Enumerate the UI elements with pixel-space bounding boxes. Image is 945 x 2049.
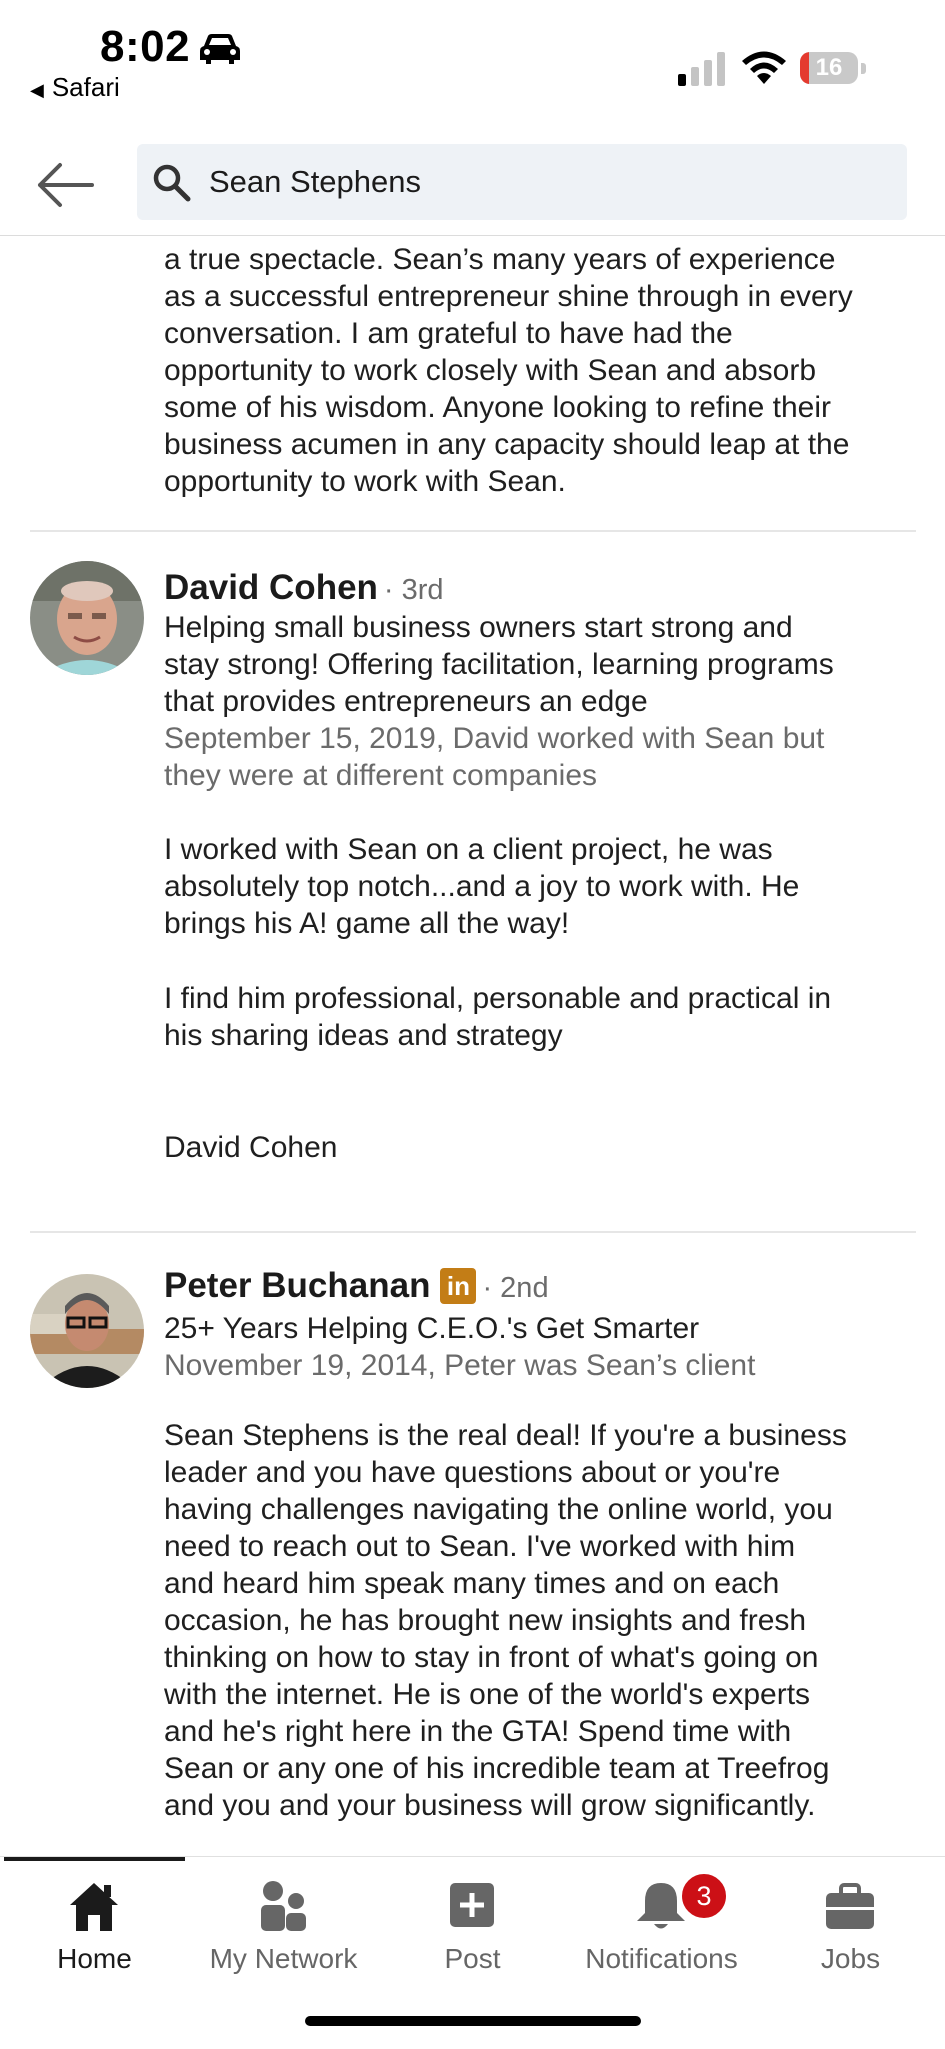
avatar-david-cohen[interactable]: [30, 561, 144, 675]
recommendation-meta: November 19, 2014, Peter was Sean’s clie…: [164, 1349, 756, 1382]
back-to-app[interactable]: ◀ Safari: [30, 72, 120, 103]
divider: [30, 530, 916, 532]
recommendation-signoff: David Cohen: [164, 1131, 338, 1164]
nav-label: Post: [444, 1943, 501, 1974]
people-icon: [261, 1881, 306, 1931]
back-arrow-icon[interactable]: [36, 157, 96, 213]
status-bar: 8:02 ◀ Safari 16: [0, 0, 945, 135]
search-input[interactable]: Sean Stephens: [137, 144, 907, 220]
car-icon: [200, 34, 240, 64]
battery-percent: 16: [815, 54, 843, 81]
status-time: 8:02: [100, 22, 191, 71]
active-tab-indicator: [4, 1857, 185, 1861]
nav-post[interactable]: Post: [378, 1871, 567, 1981]
cellular-signal-icon: [678, 52, 725, 86]
recommendations-list: a true spectacle. Sean’s many years of e…: [0, 236, 945, 1856]
back-triangle-icon: ◀: [30, 80, 44, 100]
nav-label: Home: [57, 1943, 132, 1974]
search-icon: [153, 164, 191, 202]
nav-label: Jobs: [820, 1943, 881, 1974]
home-icon: [70, 1883, 118, 1931]
notification-count-badge: 3: [679, 1871, 729, 1921]
divider: [30, 1231, 916, 1233]
search-query: Sean Stephens: [209, 164, 422, 199]
plus-square-icon: [450, 1883, 494, 1927]
nav-label: Notifications: [585, 1943, 738, 1974]
recommendation-meta: September 15, 2019, David worked with Se…: [164, 722, 825, 792]
recommendation-text: a true spectacle. Sean’s many years of e…: [164, 243, 853, 498]
connection-degree: · 3rd: [383, 574, 444, 606]
recommender-headline: 25+ Years Helping C.E.O.'s Get Smarter: [164, 1312, 700, 1345]
recommender-name[interactable]: David Cohen · 3rd: [164, 568, 444, 608]
battery-icon: 16: [800, 52, 866, 86]
search-header: Sean Stephens: [0, 135, 945, 236]
wifi-icon: [742, 51, 786, 84]
recommender-name[interactable]: Peter Buchanan in · 2nd: [164, 1266, 549, 1306]
nav-home[interactable]: Home: [0, 1871, 189, 1981]
nav-label: My Network: [209, 1943, 358, 1974]
avatar-peter-buchanan[interactable]: [30, 1274, 144, 1388]
recommendation-text: I worked with Sean on a client project, …: [164, 833, 800, 940]
recommender-headline: Helping small business owners start stro…: [164, 611, 834, 718]
recommendation-text: I find him professional, personable and …: [164, 982, 832, 1052]
back-app-label: Safari: [51, 72, 120, 102]
briefcase-icon: [826, 1883, 874, 1929]
nav-jobs[interactable]: Jobs: [756, 1871, 945, 1981]
nav-notifications[interactable]: 3 Notifications: [567, 1871, 756, 1981]
nav-my-network[interactable]: My Network: [189, 1871, 378, 1981]
home-gesture-bar[interactable]: [305, 2016, 641, 2026]
linkedin-premium-icon: in: [440, 1268, 477, 1304]
connection-degree: · 2nd: [482, 1272, 549, 1304]
recommendation-text: Sean Stephens is the real deal! If you'r…: [164, 1419, 847, 1822]
